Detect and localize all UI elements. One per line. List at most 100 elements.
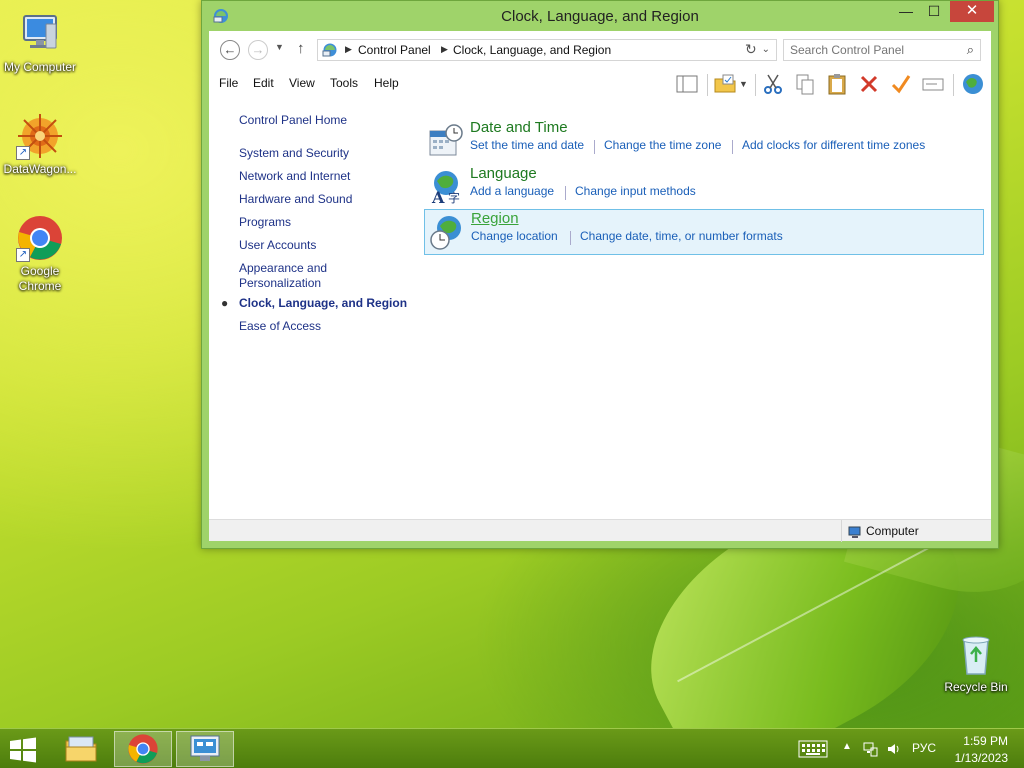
nav-network-and-internet[interactable]: Network and Internet <box>239 169 350 184</box>
address-bar[interactable]: ▶ Control Panel ▶ Clock, Language, and R… <box>317 39 777 61</box>
touch-keyboard-icon[interactable] <box>798 740 828 761</box>
control-panel-icon <box>190 735 220 761</box>
shortcut-arrow-icon: ↗ <box>16 248 30 262</box>
system-tray: ▲ РУС 1:59 PM 1/13/2023 <box>784 729 1024 768</box>
menu-help[interactable]: Help <box>374 76 399 90</box>
shortcut-arrow-icon: ↗ <box>16 146 30 160</box>
show-hidden-icons-icon[interactable]: ▲ <box>842 741 852 752</box>
svg-text:A: A <box>431 188 445 205</box>
taskbar-file-explorer[interactable] <box>52 731 110 767</box>
clock-time[interactable]: 1:59 PM <box>963 734 1008 748</box>
nav-appearance-and-personalization-line2[interactable]: Personalization <box>239 276 321 291</box>
region-globe-clock-icon <box>429 214 465 250</box>
start-button[interactable] <box>8 737 38 763</box>
clock-date[interactable]: 1/13/2023 <box>955 751 1008 765</box>
link-change-time-zone[interactable]: Change the time zone <box>604 138 721 152</box>
left-navigation: Control Panel Home System and Security N… <box>209 99 409 519</box>
recent-locations-dropdown[interactable]: ▼ <box>275 42 284 52</box>
nav-ease-of-access[interactable]: Ease of Access <box>239 319 321 334</box>
desktop-icon-my-computer[interactable]: My Computer <box>0 10 80 75</box>
search-box[interactable]: ⌕ <box>783 39 981 61</box>
globe-icon[interactable] <box>961 72 985 96</box>
folder-options-icon[interactable] <box>713 72 737 96</box>
window-client-area: ← → ▼ ↑ ▶ Control Panel ▶ Clock, Languag… <box>209 31 991 542</box>
category-title-region[interactable]: Region <box>471 210 519 227</box>
up-button[interactable]: ↑ <box>297 40 305 57</box>
address-dropdown-icon[interactable]: ⌄ <box>762 44 770 55</box>
cut-icon[interactable] <box>761 72 785 96</box>
link-change-formats[interactable]: Change date, time, or number formats <box>580 229 783 243</box>
status-bar: Computer <box>209 519 991 542</box>
menu-edit[interactable]: Edit <box>253 76 274 90</box>
menu-tools[interactable]: Tools <box>330 76 358 90</box>
paste-icon[interactable] <box>825 72 849 96</box>
close-button[interactable]: ✕ <box>950 1 994 22</box>
link-change-location[interactable]: Change location <box>471 229 558 243</box>
search-input[interactable] <box>784 40 954 60</box>
layout-pane-icon[interactable] <box>675 72 699 96</box>
nav-programs[interactable]: Programs <box>239 215 291 230</box>
link-separator <box>570 231 571 245</box>
calendar-clock-icon <box>428 123 464 159</box>
link-separator <box>732 140 733 154</box>
menu-file[interactable]: File <box>219 76 238 90</box>
volume-icon[interactable] <box>886 741 902 760</box>
properties-icon[interactable] <box>921 72 945 96</box>
toolbar-separator <box>707 74 708 96</box>
menu-bar: File Edit View Tools Help ▼ <box>209 69 991 99</box>
link-set-time-and-date[interactable]: Set the time and date <box>470 138 584 152</box>
desktop-icon-datawagon[interactable]: ↗ DataWagon... <box>0 112 80 177</box>
search-icon[interactable]: ⌕ <box>967 42 974 58</box>
nav-user-accounts[interactable]: User Accounts <box>239 238 316 253</box>
category-title-date-and-time[interactable]: Date and Time <box>470 119 568 136</box>
breadcrumb-control-panel[interactable]: Control Panel <box>358 43 431 57</box>
status-computer: Computer <box>841 520 919 542</box>
toolbar-separator <box>755 74 756 96</box>
desktop-icon-label: Recycle Bin <box>944 680 1008 694</box>
control-panel-icon <box>322 42 338 58</box>
check-icon[interactable] <box>889 72 913 96</box>
dropdown-arrow-icon[interactable]: ▼ <box>739 72 753 96</box>
status-computer-label: Computer <box>866 524 919 538</box>
maximize-button[interactable]: ☐ <box>920 1 948 22</box>
taskbar-google-chrome[interactable] <box>114 731 172 767</box>
computer-icon <box>848 524 862 538</box>
link-separator <box>565 186 566 200</box>
title-bar[interactable]: Clock, Language, and Region — ☐ ✕ <box>202 1 998 31</box>
copy-icon[interactable] <box>793 72 817 96</box>
forward-button[interactable]: → <box>248 40 268 60</box>
taskbar: ▲ РУС 1:59 PM 1/13/2023 <box>0 728 1024 768</box>
delete-icon[interactable] <box>857 72 881 96</box>
recycle-bin-icon <box>952 630 1000 678</box>
nav-clock-language-region[interactable]: Clock, Language, and Region <box>239 296 407 311</box>
nav-control-panel-home[interactable]: Control Panel Home <box>239 113 347 128</box>
category-region: Region Change location Change date, time… <box>424 209 984 255</box>
category-language: A 字 Language Add a language Change input… <box>424 165 984 211</box>
chrome-icon: ↗ <box>16 214 64 262</box>
desktop-icon-label: Google Chrome <box>18 264 62 293</box>
link-change-input-methods[interactable]: Change input methods <box>575 184 696 198</box>
toolbar-separator <box>953 74 954 96</box>
chrome-icon <box>128 734 158 764</box>
input-language-indicator[interactable]: РУС <box>912 741 936 755</box>
current-item-bullet: ● <box>221 296 229 310</box>
windows-logo-icon <box>10 737 36 763</box>
breadcrumb-separator[interactable]: ▶ <box>345 44 352 55</box>
nav-appearance-and-personalization[interactable]: Appearance and <box>239 261 327 276</box>
breadcrumb-separator[interactable]: ▶ <box>441 44 448 55</box>
nav-system-and-security[interactable]: System and Security <box>239 146 349 161</box>
back-button[interactable]: ← <box>220 40 240 60</box>
breadcrumb-clock-language-region[interactable]: Clock, Language, and Region <box>453 43 611 57</box>
minimize-button[interactable]: — <box>892 1 920 22</box>
refresh-icon[interactable]: ↻ <box>745 41 757 58</box>
link-add-a-language[interactable]: Add a language <box>470 184 554 198</box>
nav-hardware-and-sound[interactable]: Hardware and Sound <box>239 192 352 207</box>
taskbar-control-panel[interactable] <box>176 731 234 767</box>
network-icon[interactable] <box>862 741 878 760</box>
desktop-icon-google-chrome[interactable]: ↗ Google Chrome <box>0 214 80 294</box>
link-add-clocks[interactable]: Add clocks for different time zones <box>742 138 925 152</box>
desktop-icon-label: My Computer <box>3 60 77 74</box>
category-title-language[interactable]: Language <box>470 165 537 182</box>
desktop-icon-recycle-bin[interactable]: Recycle Bin <box>936 630 1016 695</box>
menu-view[interactable]: View <box>289 76 315 90</box>
